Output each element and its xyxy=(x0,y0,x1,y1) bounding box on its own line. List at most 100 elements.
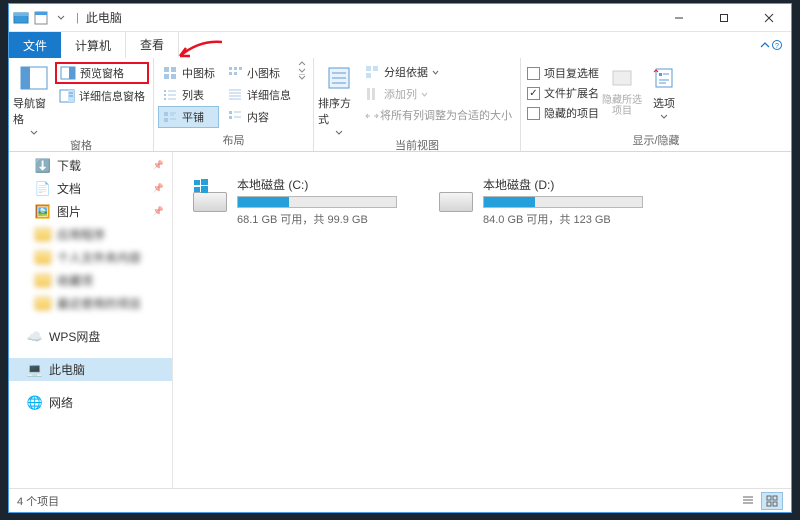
checkbox-item-checkboxes[interactable]: 项目复选框 xyxy=(525,64,601,82)
main-pane[interactable]: 本地磁盘 (C:) 68.1 GB 可用，共 99.9 GB 本地磁盘 (D:)… xyxy=(173,152,791,488)
view-mode-toggles xyxy=(737,492,783,510)
sort-by-button[interactable]: 排序方式 xyxy=(318,60,360,135)
sidebar-item-documents[interactable]: 📄文档 xyxy=(9,177,172,200)
preview-pane-label: 预览窗格 xyxy=(80,65,124,81)
sidebar-item-wps[interactable]: ☁️WPS网盘 xyxy=(9,325,172,348)
sidebar-item-folder[interactable]: 个人文件夹内容 xyxy=(9,246,172,269)
details-pane-button[interactable]: 详细信息窗格 xyxy=(55,86,149,106)
sidebar-item-folder[interactable]: 收藏项 xyxy=(9,269,172,292)
tab-view[interactable]: 查看 xyxy=(126,32,179,58)
documents-icon: 📄 xyxy=(35,181,51,197)
drive-name: 本地磁盘 (C:) xyxy=(237,176,397,193)
checkbox-icon: ✓ xyxy=(527,87,540,100)
ribbon: 导航窗格 预览窗格 详细信息窗格 窗格 xyxy=(9,58,791,152)
drive-usage-bar xyxy=(237,196,397,208)
window-controls xyxy=(656,4,791,32)
small-icons-icon xyxy=(227,65,243,81)
drive-free-text: 68.1 GB 可用，共 99.9 GB xyxy=(237,211,397,227)
computer-icon: 💻 xyxy=(27,362,43,378)
cloud-icon: ☁️ xyxy=(27,329,43,345)
group-by-icon xyxy=(364,64,380,80)
explorer-window: | 此电脑 文件 计算机 查看 ? xyxy=(8,3,792,513)
drive-info: 本地磁盘 (D:) 84.0 GB 可用，共 123 GB xyxy=(483,176,643,227)
titlebar-left: | 此电脑 xyxy=(9,9,122,26)
tiles-icon xyxy=(162,109,178,125)
scroll-down-icon[interactable] xyxy=(297,67,307,74)
ribbon-group-show-hide: 项目复选框 ✓文件扩展名 隐藏的项目 隐藏所选项目 选项 显示/隐藏 xyxy=(521,58,791,151)
drive-name: 本地磁盘 (D:) xyxy=(483,176,643,193)
window-title: 此电脑 xyxy=(86,9,122,26)
maximize-button[interactable] xyxy=(701,4,746,32)
group-by-button[interactable]: 分组依据 xyxy=(360,62,516,82)
drive-free-text: 84.0 GB 可用，共 123 GB xyxy=(483,211,643,227)
checkbox-file-extensions[interactable]: ✓文件扩展名 xyxy=(525,84,601,102)
ribbon-group-panes: 导航窗格 预览窗格 详细信息窗格 窗格 xyxy=(9,58,154,151)
svg-text:?: ? xyxy=(775,43,779,50)
sidebar-item-folder[interactable]: 应用程序 xyxy=(9,223,172,246)
preview-pane-icon xyxy=(60,65,76,81)
layout-tiles[interactable]: 平铺 xyxy=(158,106,219,128)
details-icon xyxy=(227,87,243,103)
close-button[interactable] xyxy=(746,4,791,32)
details-pane-icon xyxy=(59,88,75,104)
layout-content[interactable]: 内容 xyxy=(223,106,295,128)
preview-pane-button[interactable]: 预览窗格 xyxy=(55,62,149,84)
sidebar-item-network[interactable]: 🌐网络 xyxy=(9,391,172,414)
nav-pane-icon xyxy=(20,64,48,92)
ribbon-collapse-button[interactable]: ? xyxy=(751,32,791,58)
add-columns-icon xyxy=(364,86,380,102)
checkbox-icon xyxy=(527,107,540,120)
windows-logo-icon xyxy=(194,179,208,193)
content-area: ⬇️下载 📄文档 🖼️图片 应用程序 个人文件夹内容 收藏项 最近使用的项目 ☁… xyxy=(9,152,791,488)
sidebar-item-downloads[interactable]: ⬇️下载 xyxy=(9,154,172,177)
ribbon-tabs: 文件 计算机 查看 ? xyxy=(9,32,791,58)
folder-icon xyxy=(35,273,51,289)
folder-icon xyxy=(35,250,51,266)
ribbon-group-current-view: 排序方式 分组依据 添加列 将所有列调整为合适的大小 当前视图 xyxy=(314,58,521,151)
folder-icon xyxy=(35,296,51,312)
drive-info: 本地磁盘 (C:) 68.1 GB 可用，共 99.9 GB xyxy=(237,176,397,227)
sidebar-item-this-pc[interactable]: 💻此电脑 xyxy=(9,358,172,381)
drive-tile-c[interactable]: 本地磁盘 (C:) 68.1 GB 可用，共 99.9 GB xyxy=(191,176,397,227)
drive-icon xyxy=(191,176,229,214)
status-item-count: 4 个项目 xyxy=(17,493,59,509)
medium-icons-icon xyxy=(162,65,178,81)
options-icon xyxy=(650,64,678,92)
expand-icon[interactable] xyxy=(297,74,307,81)
checkbox-icon xyxy=(527,67,540,80)
sidebar-item-pictures[interactable]: 🖼️图片 xyxy=(9,200,172,223)
fit-columns-button: 将所有列调整为合适的大小 xyxy=(360,106,516,125)
hide-selected-button: 隐藏所选项目 xyxy=(601,60,643,117)
layout-small-icons[interactable]: 小图标 xyxy=(223,62,295,84)
drive-usage-bar xyxy=(483,196,643,208)
checkbox-hidden-items[interactable]: 隐藏的项目 xyxy=(525,104,601,122)
qat-dropdown-icon[interactable] xyxy=(53,10,69,26)
details-pane-label: 详细信息窗格 xyxy=(79,88,145,104)
layout-list[interactable]: 列表 xyxy=(158,84,219,106)
drive-tile-d[interactable]: 本地磁盘 (D:) 84.0 GB 可用，共 123 GB xyxy=(437,176,643,227)
downloads-icon: ⬇️ xyxy=(35,158,51,174)
view-details-toggle[interactable] xyxy=(737,492,759,510)
options-button[interactable]: 选项 xyxy=(643,60,685,119)
list-icon xyxy=(162,87,178,103)
content-icon xyxy=(227,109,243,125)
folder-icon xyxy=(35,227,51,243)
titlebar: | 此电脑 xyxy=(9,4,791,32)
nav-pane-button[interactable]: 导航窗格 xyxy=(13,60,55,135)
qat-properties-icon[interactable] xyxy=(33,10,49,26)
layout-medium-icons[interactable]: 中图标 xyxy=(158,62,219,84)
title-separator: | xyxy=(73,12,82,24)
fit-columns-icon xyxy=(364,108,380,124)
tab-computer[interactable]: 计算机 xyxy=(61,32,126,58)
add-columns-button: 添加列 xyxy=(360,84,516,104)
ribbon-group-layout-label: 布局 xyxy=(158,130,309,151)
scroll-up-icon[interactable] xyxy=(297,60,307,67)
tab-file[interactable]: 文件 xyxy=(9,32,61,58)
minimize-button[interactable] xyxy=(656,4,701,32)
drive-icon xyxy=(437,176,475,214)
layout-details[interactable]: 详细信息 xyxy=(223,84,295,106)
navigation-sidebar: ⬇️下载 📄文档 🖼️图片 应用程序 个人文件夹内容 收藏项 最近使用的项目 ☁… xyxy=(9,152,173,488)
sidebar-item-folder[interactable]: 最近使用的项目 xyxy=(9,292,172,315)
view-tiles-toggle[interactable] xyxy=(761,492,783,510)
app-icon xyxy=(13,10,29,26)
